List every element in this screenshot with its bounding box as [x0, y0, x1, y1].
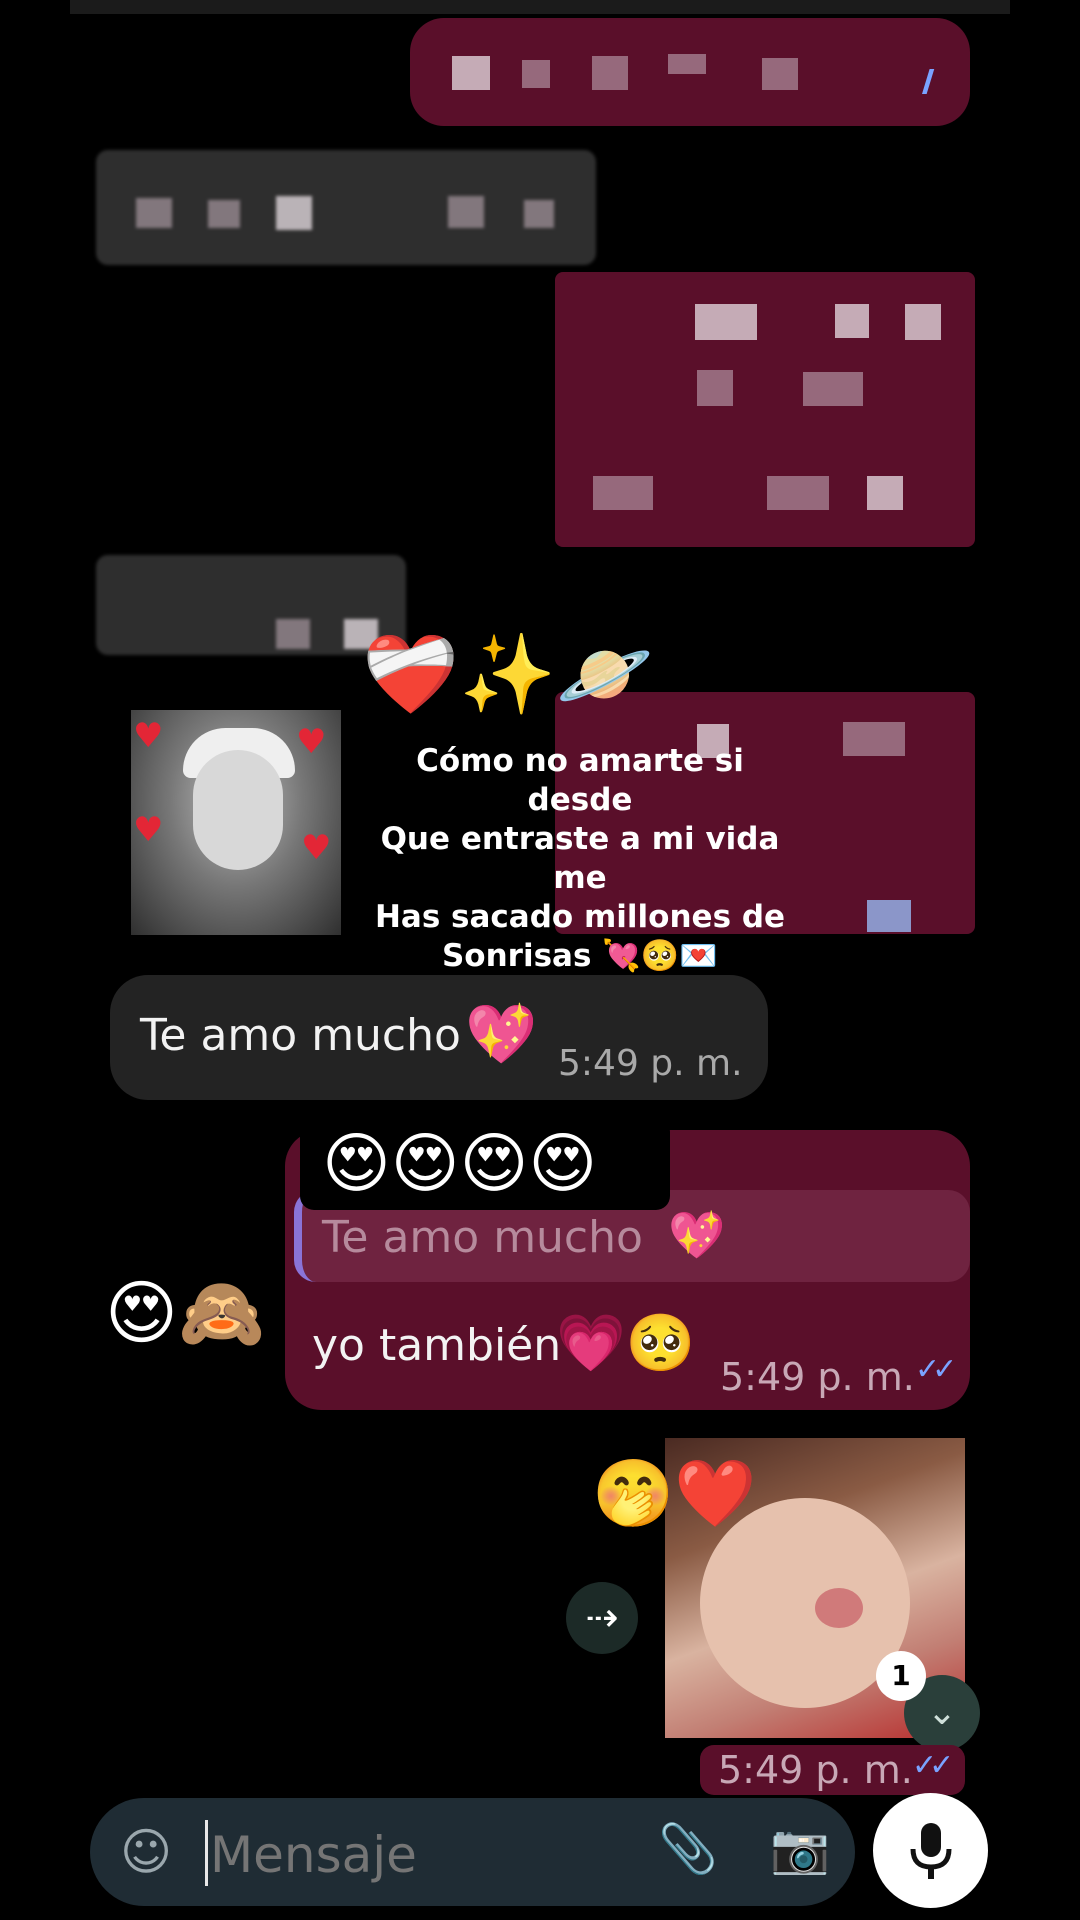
overlay-photo-child-covering-face: ♥ ♥ ♥ ♥: [131, 710, 341, 935]
photo-face: [193, 750, 283, 870]
heart-icon: ♥: [133, 716, 164, 756]
received-message-emoji: 💖: [465, 1000, 538, 1068]
caption-line: Que entraste a mi vida me: [380, 821, 780, 896]
read-ticks-icon: ✓✓: [912, 1748, 954, 1783]
unread-count-badge: 1: [876, 1651, 926, 1701]
overlay-emoji-row: ❤️‍🩹✨🪐: [362, 630, 654, 720]
caption-line: Has sacado millones de: [374, 899, 786, 935]
top-edge-bar: [70, 0, 1010, 14]
message-input[interactable]: [210, 1822, 630, 1888]
sent-reply-time: 5:49 p. m.: [720, 1355, 915, 1399]
side-reaction-emojis: 😍🙈: [105, 1272, 266, 1354]
photo-overlay-emojis: 🤭❤️: [592, 1455, 757, 1532]
heart-icon: ♥: [133, 810, 164, 850]
microphone-icon: [910, 1823, 952, 1879]
photo-time: 5:49 p. m.: [718, 1748, 913, 1792]
overlay-sticker-emojis: 😍😍😍😍: [300, 1118, 670, 1210]
overlay-caption: Cómo no amarte si desde Que entraste a m…: [360, 742, 800, 976]
caption-line: Cómo no amarte si desde: [416, 743, 744, 818]
sticker-icon[interactable]: ☺: [120, 1823, 172, 1881]
heart-icon: ♥: [301, 828, 332, 868]
sent-reply-text: yo también: [312, 1320, 562, 1371]
photo-lips: [815, 1588, 863, 1628]
redacted-sent-message-1[interactable]: //: [410, 18, 970, 126]
quoted-message-text: Te amo mucho: [322, 1212, 643, 1263]
sent-reply-emoji: 💗🥺: [556, 1311, 696, 1376]
text-caret: [205, 1820, 208, 1886]
redacted-received-message-2[interactable]: [96, 555, 406, 655]
redacted-sent-message-2[interactable]: [555, 272, 975, 547]
received-message-time: 5:4⁠9 p. m.: [558, 1043, 743, 1084]
redacted-received-message-1[interactable]: [96, 150, 596, 265]
quoted-message-emoji: 💖: [668, 1208, 726, 1262]
heart-icon: ♥: [296, 722, 327, 762]
paperclip-icon[interactable]: 📎: [658, 1820, 718, 1877]
received-message-text: Te amo mucho: [140, 1010, 461, 1061]
caption-line: Sonrisas 💘🥺💌: [441, 938, 719, 974]
camera-icon[interactable]: 📷: [770, 1820, 830, 1877]
read-ticks-icon: ✓✓: [915, 1352, 957, 1387]
microphone-button[interactable]: [873, 1793, 988, 1908]
forward-icon[interactable]: ⇢: [566, 1582, 638, 1654]
